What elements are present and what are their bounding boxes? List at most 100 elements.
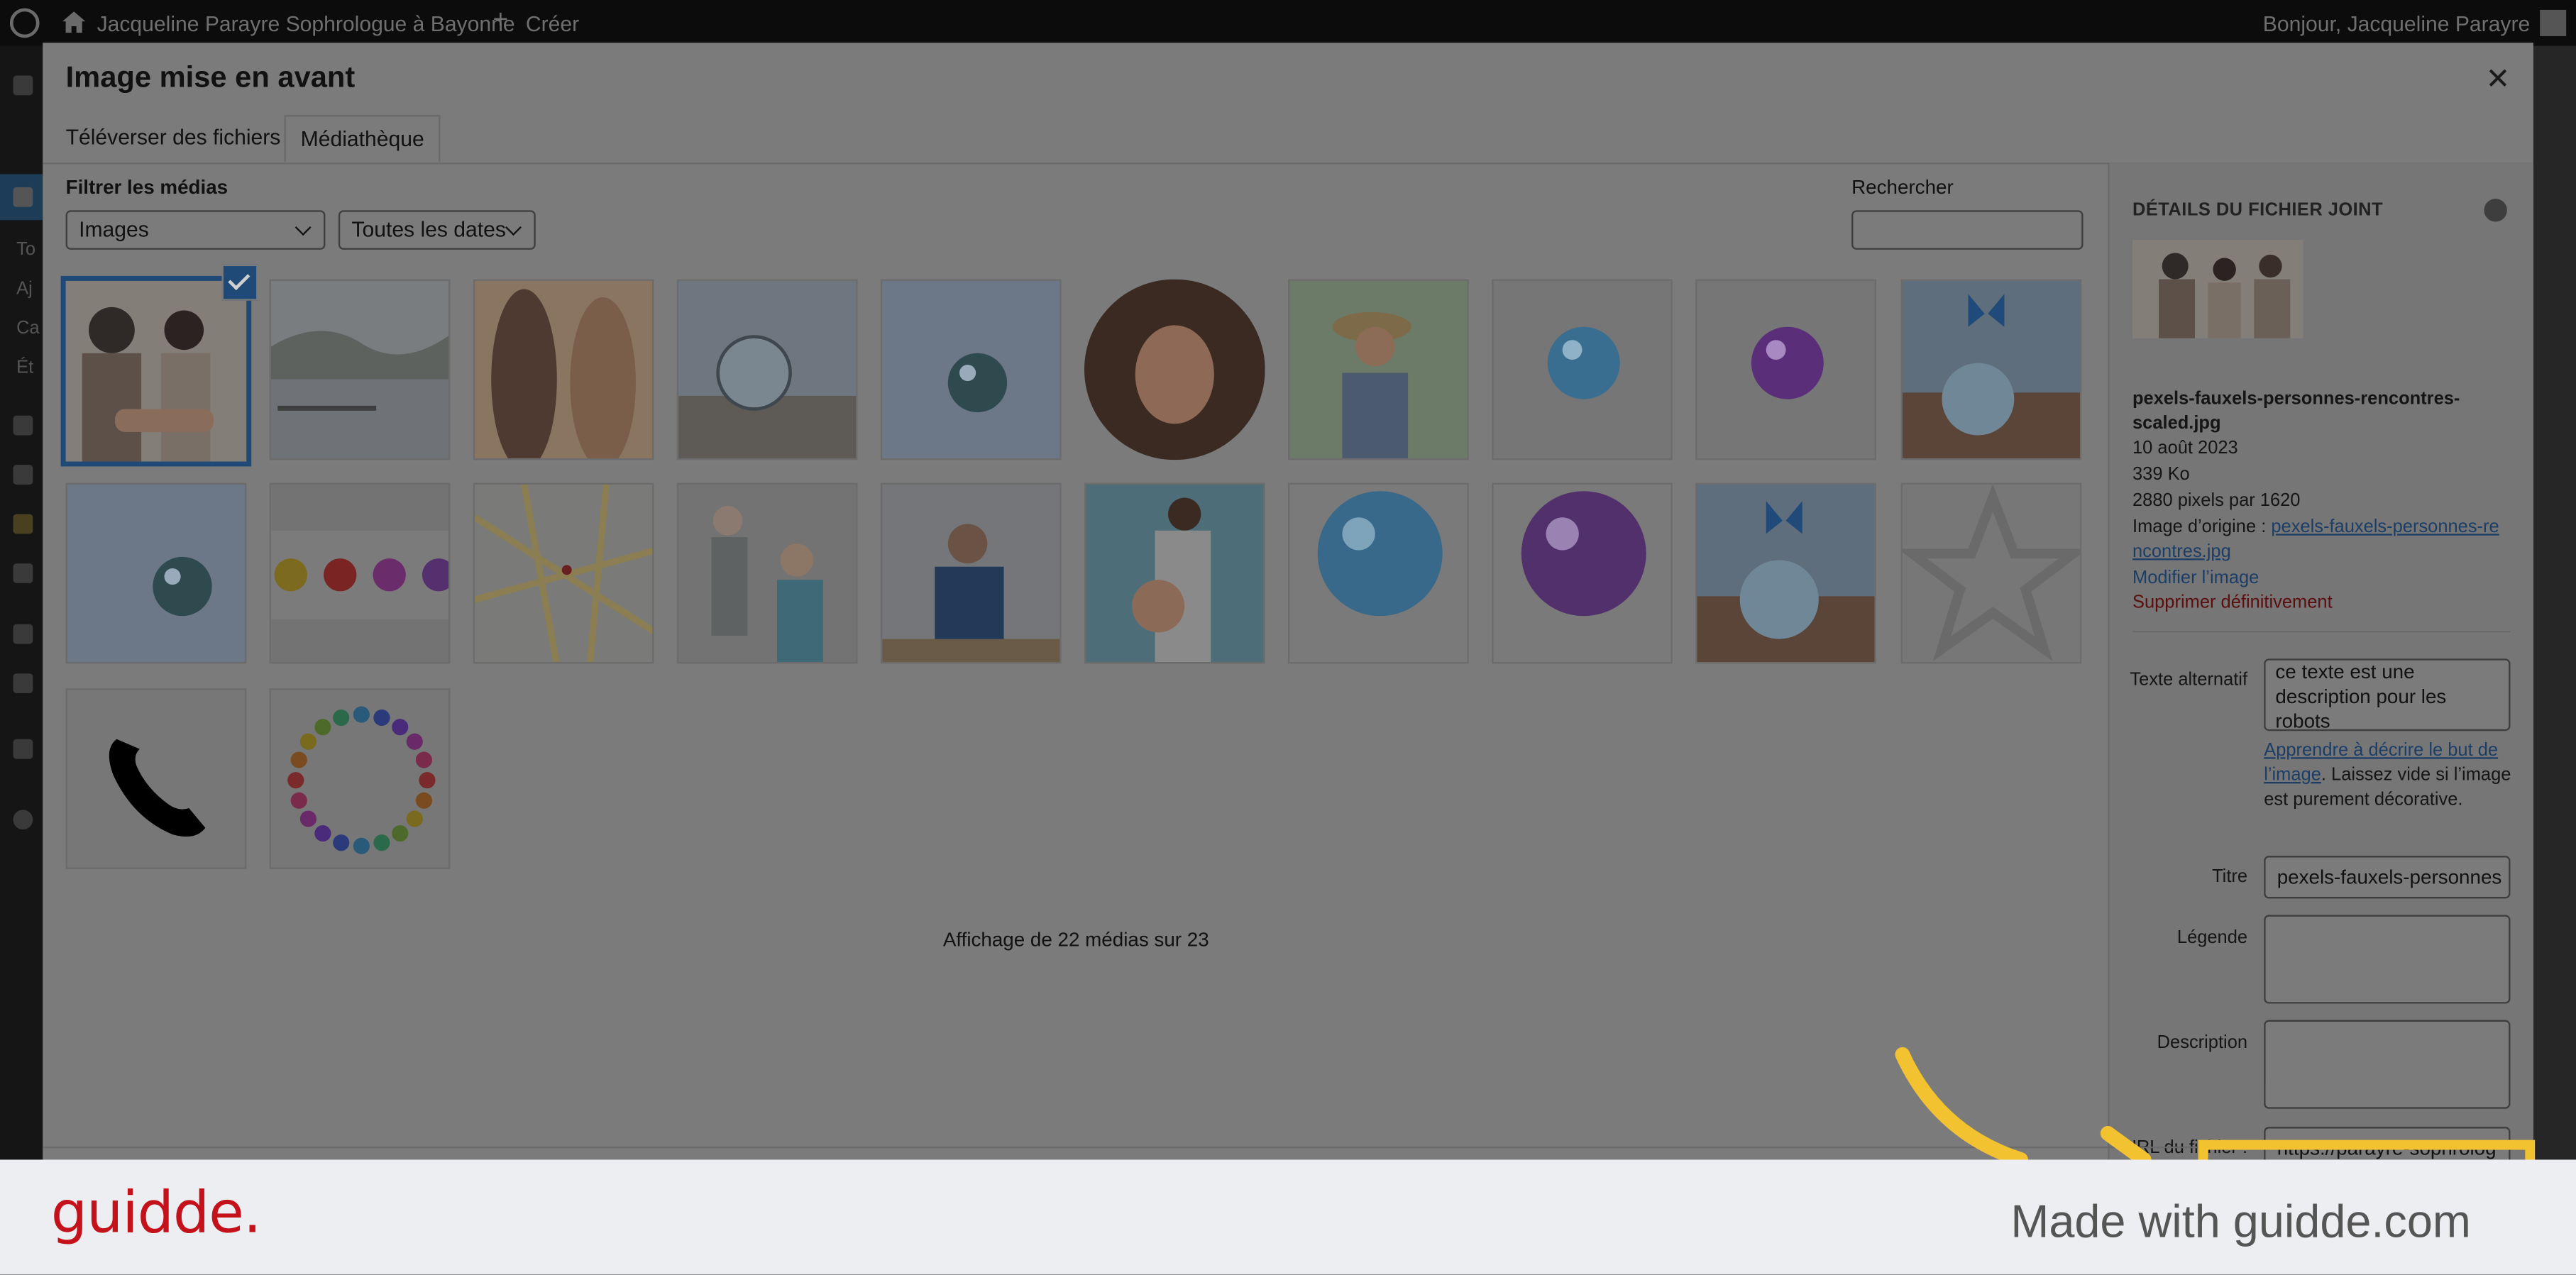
color-dot <box>373 834 390 851</box>
user-greeting[interactable]: Bonjour, Jacqueline Parayre <box>2263 11 2530 36</box>
delete-permanently-link[interactable]: Supprimer définitivement <box>2132 593 2333 613</box>
create-link[interactable]: Créer <box>526 11 579 36</box>
alt-text-field[interactable]: ce texte est une description pour les ro… <box>2264 658 2511 732</box>
color-dot <box>406 733 423 750</box>
pin-icon[interactable] <box>13 187 33 207</box>
title-label: Titre <box>2212 867 2248 888</box>
caption-label: Légende <box>2176 928 2248 948</box>
color-dot <box>373 710 390 727</box>
search-label: Rechercher <box>1851 175 1954 199</box>
attachment-origin: Image d’origine : pexels-fauxels-personn… <box>2132 516 2502 565</box>
color-dot <box>287 772 304 789</box>
media-thumbnail-rowing-lake[interactable] <box>269 279 451 460</box>
description-label: Description <box>2157 1033 2248 1053</box>
media-thumbnail-blue-bubble-large[interactable] <box>1288 482 1469 664</box>
attachment-date: 10 août 2023 <box>2132 438 2238 458</box>
media-icon[interactable] <box>13 415 33 436</box>
star-icon[interactable] <box>13 514 33 534</box>
dashboard-icon[interactable] <box>13 75 33 96</box>
submenu-item[interactable]: Ca <box>16 319 40 338</box>
modal-tabs: Téléverser des fichiers Médiathèque <box>43 115 2533 165</box>
media-thumbnail-purple-bubble-large[interactable] <box>1492 482 1673 664</box>
media-thumbnail-portrait-woman[interactable] <box>1084 279 1265 460</box>
blue-bubble-image <box>1493 280 1671 458</box>
submenu-item[interactable]: Aj <box>16 280 33 299</box>
selected-check-icon[interactable] <box>221 264 258 301</box>
users-icon[interactable] <box>13 624 33 644</box>
media-thumbnail-phone[interactable] <box>65 688 247 869</box>
admin-side-menu: To Aj Ca Ét <box>0 45 43 1164</box>
portrait-woman-image <box>1084 279 1265 460</box>
origin-label: Image d’origine : <box>2132 517 2272 538</box>
caption-field[interactable] <box>2264 915 2511 1004</box>
color-dot <box>299 733 317 750</box>
media-thumbnail-star-outline[interactable] <box>1900 482 2082 664</box>
media-thumbnail-man-relaxing[interactable] <box>880 482 1062 664</box>
people-meeting-image <box>65 280 247 462</box>
home-icon <box>62 11 86 33</box>
media-type-select[interactable]: Images <box>65 210 326 250</box>
description-field[interactable] <box>2264 1020 2511 1109</box>
color-circle-image <box>270 690 449 868</box>
submenu-item[interactable]: To <box>16 240 35 260</box>
media-thumbnail-pregnant-woman[interactable] <box>1084 482 1265 664</box>
media-thumbnail-crystal-ball-beach[interactable] <box>676 279 858 460</box>
color-dot <box>314 825 331 842</box>
media-thumbnail-street-map[interactable] <box>473 482 654 664</box>
women-sunset-image <box>475 280 653 458</box>
close-icon[interactable]: ✕ <box>2486 62 2511 97</box>
calendar-icon[interactable] <box>13 739 33 759</box>
site-name-link[interactable]: Jacqueline Parayre Sophrologue à Bayonne <box>97 11 515 36</box>
guidde-footer: guidde. Made with guidde.com <box>0 1159 2576 1275</box>
color-dot <box>299 810 317 827</box>
pages-icon[interactable] <box>13 465 33 485</box>
submenu-item[interactable]: Ét <box>16 358 33 378</box>
wordpress-logo-icon[interactable] <box>9 8 40 38</box>
search-input[interactable] <box>1851 210 2084 250</box>
media-count-text: Affichage de 22 médias sur 23 <box>942 928 1209 951</box>
media-thumbnail-blue-bubble[interactable] <box>1492 279 1673 460</box>
alt-text-help: Apprendre à décrire le but de l’image. L… <box>2264 739 2514 813</box>
man-relaxing-image <box>882 484 1060 662</box>
media-thumbnail-crystal-ball-feather-2[interactable] <box>65 482 247 664</box>
avatar[interactable] <box>2540 9 2567 36</box>
chevron-down-icon <box>505 219 522 236</box>
media-date-select[interactable]: Toutes les dates <box>338 210 536 250</box>
color-dot <box>290 792 307 809</box>
edit-image-link[interactable]: Modifier l’image <box>2132 568 2259 588</box>
help-icon[interactable] <box>2484 199 2507 222</box>
media-thumbnail-women-sunset[interactable] <box>473 279 654 460</box>
modal-toolbar-divider <box>43 1146 2533 1149</box>
divider <box>2132 630 2511 633</box>
bubbles-row-image <box>270 484 449 662</box>
collapse-icon[interactable] <box>13 810 33 830</box>
purple-bubble-large-image <box>1493 484 1671 662</box>
tab-upload-files[interactable]: Téléverser des fichiers <box>66 115 281 162</box>
attachment-details-panel: DÉTAILS DU FICHIER JOINT pexels-fauxels-… <box>2108 162 2533 1164</box>
media-thumbnail-butterfly-sphere[interactable] <box>1900 279 2082 460</box>
media-thumbnail-crystal-ball-feather[interactable] <box>880 279 1062 460</box>
title-field[interactable]: pexels-fauxels-personnes <box>2264 856 2511 899</box>
modal-title: Image mise en avant <box>65 60 356 94</box>
file-url-field[interactable]: https://parayre-sophrolog <box>2264 1127 2511 1164</box>
color-dot <box>419 772 436 789</box>
pregnant-woman-image <box>1086 484 1264 662</box>
color-dot <box>333 834 350 851</box>
alt-text-label: Texte alternatif <box>2130 670 2248 690</box>
made-with-guidde[interactable]: Made with guidde.com <box>2010 1196 2471 1248</box>
media-thumbnail-color-circle[interactable] <box>269 688 451 869</box>
woman-hat-image <box>1289 280 1468 458</box>
media-thumbnail-woman-hat[interactable] <box>1288 279 1469 460</box>
tools-icon[interactable] <box>13 673 33 693</box>
guidde-logo: guidde. <box>50 1181 262 1247</box>
crystal-ball-feather-2-image <box>67 484 245 662</box>
crystal-ball-beach-image <box>678 280 857 458</box>
media-thumbnail-butterfly-sphere-2[interactable] <box>1695 482 1876 664</box>
media-thumbnail-seniors-exercise[interactable] <box>676 482 858 664</box>
media-thumbnail-bubbles-row[interactable] <box>269 482 451 664</box>
color-dot <box>415 792 432 809</box>
tab-media-library[interactable]: Médiathèque <box>284 115 441 163</box>
media-thumbnail-purple-bubble[interactable] <box>1695 279 1876 460</box>
media-thumbnail-people-meeting[interactable] <box>60 275 252 467</box>
pin-icon[interactable] <box>13 563 33 583</box>
